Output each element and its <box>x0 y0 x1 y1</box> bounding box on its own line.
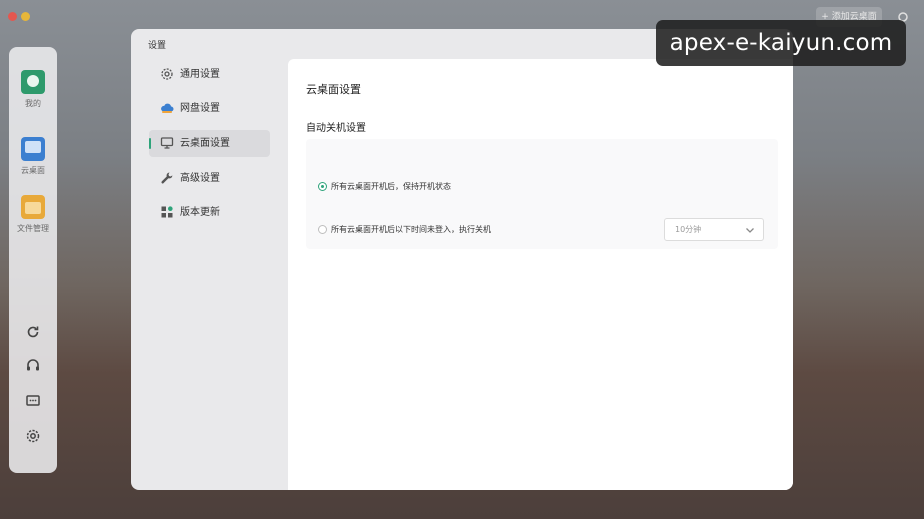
chevron-down-icon <box>746 228 754 233</box>
folder-icon <box>21 195 45 219</box>
headset-icon[interactable] <box>25 358 41 374</box>
sidebar-item-mine[interactable]: 我的 <box>9 70 57 109</box>
active-indicator <box>149 138 151 149</box>
radio-button[interactable] <box>318 225 327 234</box>
message-icon[interactable] <box>25 393 41 409</box>
sidebar-item-label: 云桌面 <box>21 166 45 175</box>
monitor-icon <box>21 137 45 161</box>
user-icon <box>21 70 45 94</box>
wrench-icon <box>161 172 173 184</box>
sidebar-item-label: 文件管理 <box>17 224 49 233</box>
gear-icon <box>161 68 173 80</box>
dialog-title: 设置 <box>148 41 167 51</box>
section-title: 自动关机设置 <box>306 123 366 134</box>
menu-item-label: 云桌面设置 <box>180 138 230 149</box>
menu-item-label: 版本更新 <box>180 207 220 218</box>
sidebar-item-file-management[interactable]: 文件管理 <box>9 195 57 234</box>
watermark: apex-e-kaiyun.com <box>656 20 906 66</box>
menu-item-general-settings[interactable]: 通用设置 <box>149 61 270 88</box>
settings-content-panel: 云桌面设置 自动关机设置 所有云桌面开机后，保持开机状态 所有云桌面开机后以下时… <box>288 59 793 490</box>
gear-icon[interactable] <box>25 428 41 444</box>
menu-item-netdisk-settings[interactable]: 网盘设置 <box>149 95 270 122</box>
auto-shutdown-options: 所有云桌面开机后，保持开机状态 所有云桌面开机后以下时间未登入，执行关机 10分… <box>306 139 778 249</box>
menu-item-cloud-desktop-settings[interactable]: 云桌面设置 <box>149 130 270 157</box>
monitor-icon <box>160 137 174 149</box>
menu-item-label: 网盘设置 <box>180 103 220 114</box>
menu-item-version-update[interactable]: 版本更新 <box>149 199 270 226</box>
select-value: 10分钟 <box>675 225 702 234</box>
menu-item-label: 高级设置 <box>180 173 220 184</box>
page-title: 云桌面设置 <box>306 83 361 96</box>
refresh-icon[interactable] <box>25 324 41 340</box>
update-icon <box>161 206 173 218</box>
option-label: 所有云桌面开机后以下时间未登入，执行关机 <box>331 225 491 234</box>
settings-dialog: 设置 通用设置 网盘设置 云桌面设置 高级设置 版本更新 云桌面设置 自动关机设… <box>131 29 793 490</box>
radio-button-checked[interactable] <box>318 182 327 191</box>
sidebar-item-label: 我的 <box>25 99 41 108</box>
close-window-button[interactable] <box>8 12 17 21</box>
app-sidebar: 我的 云桌面 文件管理 <box>9 47 57 473</box>
sidebar-item-cloud-desktop[interactable]: 云桌面 <box>9 137 57 176</box>
timeout-select[interactable]: 10分钟 <box>664 218 764 241</box>
cloud-icon <box>161 103 174 113</box>
minimize-window-button[interactable] <box>21 12 30 21</box>
option-label: 所有云桌面开机后，保持开机状态 <box>331 182 451 191</box>
menu-item-label: 通用设置 <box>180 69 220 80</box>
menu-item-advanced-settings[interactable]: 高级设置 <box>149 165 270 192</box>
